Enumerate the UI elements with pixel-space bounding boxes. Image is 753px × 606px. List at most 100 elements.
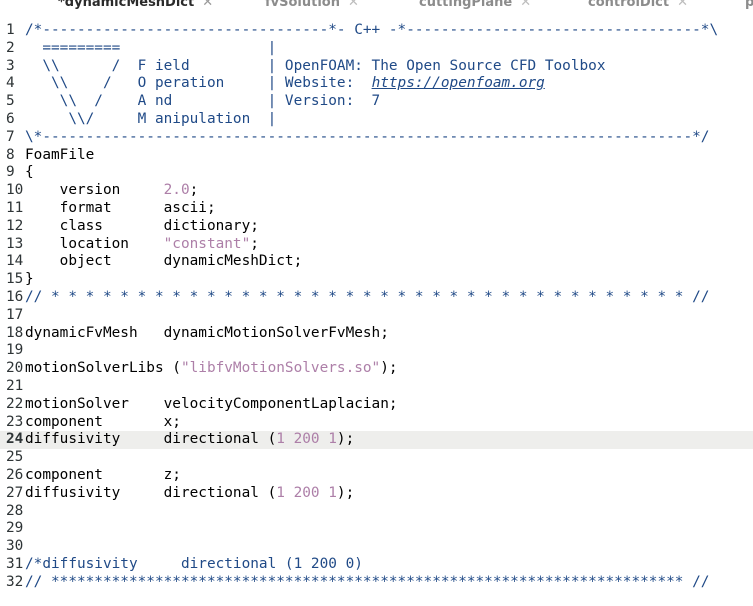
- code-line[interactable]: 11 format ascii;: [0, 200, 753, 218]
- code-line[interactable]: 27 diffusivity directional (1 200 1);: [0, 485, 753, 503]
- url-link[interactable]: https://openfoam.org: [372, 75, 545, 91]
- line-number: 4: [6, 75, 15, 92]
- code-text: {: [25, 164, 34, 182]
- code-line[interactable]: 6 \\/ M anipulation |: [0, 111, 753, 129]
- tab-bar: *dynamicMeshDict ✕ fvSolution ✕ cuttingPla…: [0, 0, 753, 12]
- code-token: diffusivity directional (: [25, 431, 277, 448]
- code-token: ;: [250, 235, 259, 252]
- tab-dynamicmeshdict[interactable]: *dynamicMeshDict ✕: [58, 0, 213, 12]
- code-line[interactable]: 28: [0, 503, 753, 521]
- line-number: 21: [6, 377, 24, 394]
- code-line[interactable]: 32// ***********************************…: [0, 574, 753, 592]
- code-token: ;: [189, 182, 199, 199]
- code-text: \\ / F ield | OpenFOAM: The Open Source …: [25, 58, 605, 76]
- line-number: 3: [6, 57, 15, 74]
- code-line[interactable]: 10 version 2.0;: [0, 182, 753, 200]
- line-number: 28: [6, 502, 24, 519]
- line-number: 17: [6, 306, 24, 323]
- code-text: \\ / O peration | Website: https://openf…: [25, 75, 545, 93]
- code-line[interactable]: 17: [0, 307, 753, 325]
- tab-p[interactable]: p: [745, 0, 753, 12]
- code-line[interactable]: 12 class dictionary;: [0, 218, 753, 236]
- line-number: 30: [6, 538, 24, 555]
- code-token: {: [25, 164, 34, 181]
- code-line[interactable]: 21: [0, 378, 753, 396]
- code-line[interactable]: 26 component z;: [0, 467, 753, 485]
- tab-fvsolution[interactable]: fvSolution ✕: [265, 0, 359, 12]
- close-icon[interactable]: ✕: [520, 0, 531, 10]
- code-token: 1 200 1: [276, 484, 337, 501]
- line-number: 18: [6, 324, 24, 341]
- code-line[interactable]: 7 \*-------------------------------------…: [0, 129, 753, 147]
- code-line[interactable]: 13 location "constant";: [0, 236, 753, 254]
- tab-label: *dynamicMeshDict: [58, 0, 195, 10]
- code-text: motionSolverLibs ("libfvMotionSolvers.so…: [25, 360, 398, 378]
- code-token: dynamicFvMesh dynamicMotionSolverFvMesh;: [25, 324, 389, 341]
- line-number: 15: [6, 271, 24, 288]
- code-line[interactable]: 14 object dynamicMeshDict;: [0, 253, 753, 271]
- code-text: class dictionary;: [25, 218, 259, 236]
- code-line[interactable]: 24 diffusivity directional (1 200 1);: [0, 431, 753, 450]
- code-text: object dynamicMeshDict;: [25, 253, 303, 271]
- code-line[interactable]: 23 component x;: [0, 414, 753, 432]
- line-number: 26: [6, 466, 24, 483]
- code-line[interactable]: 31/*diffusivity directional (1 200 0): [0, 556, 753, 574]
- close-icon[interactable]: ✕: [677, 0, 688, 10]
- code-line[interactable]: 29: [0, 520, 753, 538]
- code-token: diffusivity directional (: [25, 484, 277, 501]
- code-token: format ascii;: [25, 199, 216, 216]
- code-text: \*--------------------------------------…: [25, 129, 709, 147]
- code-text: }: [25, 271, 34, 289]
- code-line[interactable]: 25: [0, 449, 753, 467]
- tab-label: cuttingPlane: [419, 0, 513, 10]
- tab-controldict[interactable]: controlDict ✕: [588, 0, 688, 12]
- code-line[interactable]: 30: [0, 538, 753, 556]
- line-number: 11: [6, 199, 24, 216]
- code-line[interactable]: 4 \\ / O peration | Website: https://ope…: [0, 75, 753, 93]
- code-line[interactable]: 1 /*---------------------------------*- C…: [0, 22, 753, 40]
- code-token: // * * * * * * * * * * * * * * * * * * *…: [25, 288, 710, 305]
- line-number: 2: [6, 39, 15, 56]
- code-token: \\/ M anipulation |: [25, 110, 277, 127]
- code-token: location: [25, 235, 164, 252]
- code-token: ========= |: [25, 39, 277, 56]
- code-text: FoamFile: [25, 147, 94, 165]
- code-line[interactable]: 2 ========= |: [0, 40, 753, 58]
- code-text: \\/ M anipulation |: [25, 111, 276, 129]
- code-token: 2.0: [163, 182, 190, 199]
- code-token: \*--------------------------------------…: [25, 128, 710, 145]
- line-number: 24: [6, 431, 24, 448]
- code-token: motionSolverLibs (: [25, 360, 181, 377]
- close-icon[interactable]: ✕: [348, 0, 359, 10]
- code-token: /*---------------------------------*- C+…: [25, 22, 719, 38]
- code-token: );: [336, 484, 355, 501]
- line-number: 29: [6, 520, 24, 537]
- code-token: \\ / A nd | Version: 7: [25, 93, 381, 110]
- line-number: 13: [6, 235, 24, 252]
- code-line[interactable]: 8 FoamFile: [0, 147, 753, 165]
- code-text: component x;: [25, 414, 181, 432]
- code-text: format ascii;: [25, 200, 216, 218]
- code-line[interactable]: 3 \\ / F ield | OpenFOAM: The Open Sourc…: [0, 58, 753, 76]
- code-text: version 2.0;: [25, 182, 199, 200]
- code-token: 1 200 1: [276, 431, 337, 448]
- close-icon[interactable]: ✕: [202, 0, 213, 10]
- code-line[interactable]: 19: [0, 342, 753, 360]
- code-line[interactable]: 18 dynamicFvMesh dynamicMotionSolverFvMes…: [0, 325, 753, 343]
- code-line[interactable]: 20 motionSolverLibs ("libfvMotionSolvers.…: [0, 360, 753, 378]
- line-number: 8: [6, 146, 15, 163]
- code-editor[interactable]: 1 /*---------------------------------*- C…: [0, 22, 753, 606]
- code-line[interactable]: 16// * * * * * * * * * * * * * * * * * *…: [0, 289, 753, 307]
- line-number: 23: [6, 413, 24, 430]
- line-number: 6: [6, 110, 15, 127]
- code-line[interactable]: 9{: [0, 164, 753, 182]
- code-line[interactable]: 15}: [0, 271, 753, 289]
- line-number: 32: [6, 573, 24, 590]
- code-line[interactable]: 22 motionSolver velocityComponentLaplacia…: [0, 396, 753, 414]
- code-line[interactable]: 5 \\ / A nd | Version: 7: [0, 93, 753, 111]
- code-token: "constant": [163, 235, 251, 252]
- line-number: 20: [6, 360, 24, 377]
- code-token: "libfvMotionSolvers.so": [180, 360, 381, 377]
- code-text: ========= |: [25, 40, 276, 58]
- tab-cuttingplane[interactable]: cuttingPlane ✕: [419, 0, 531, 12]
